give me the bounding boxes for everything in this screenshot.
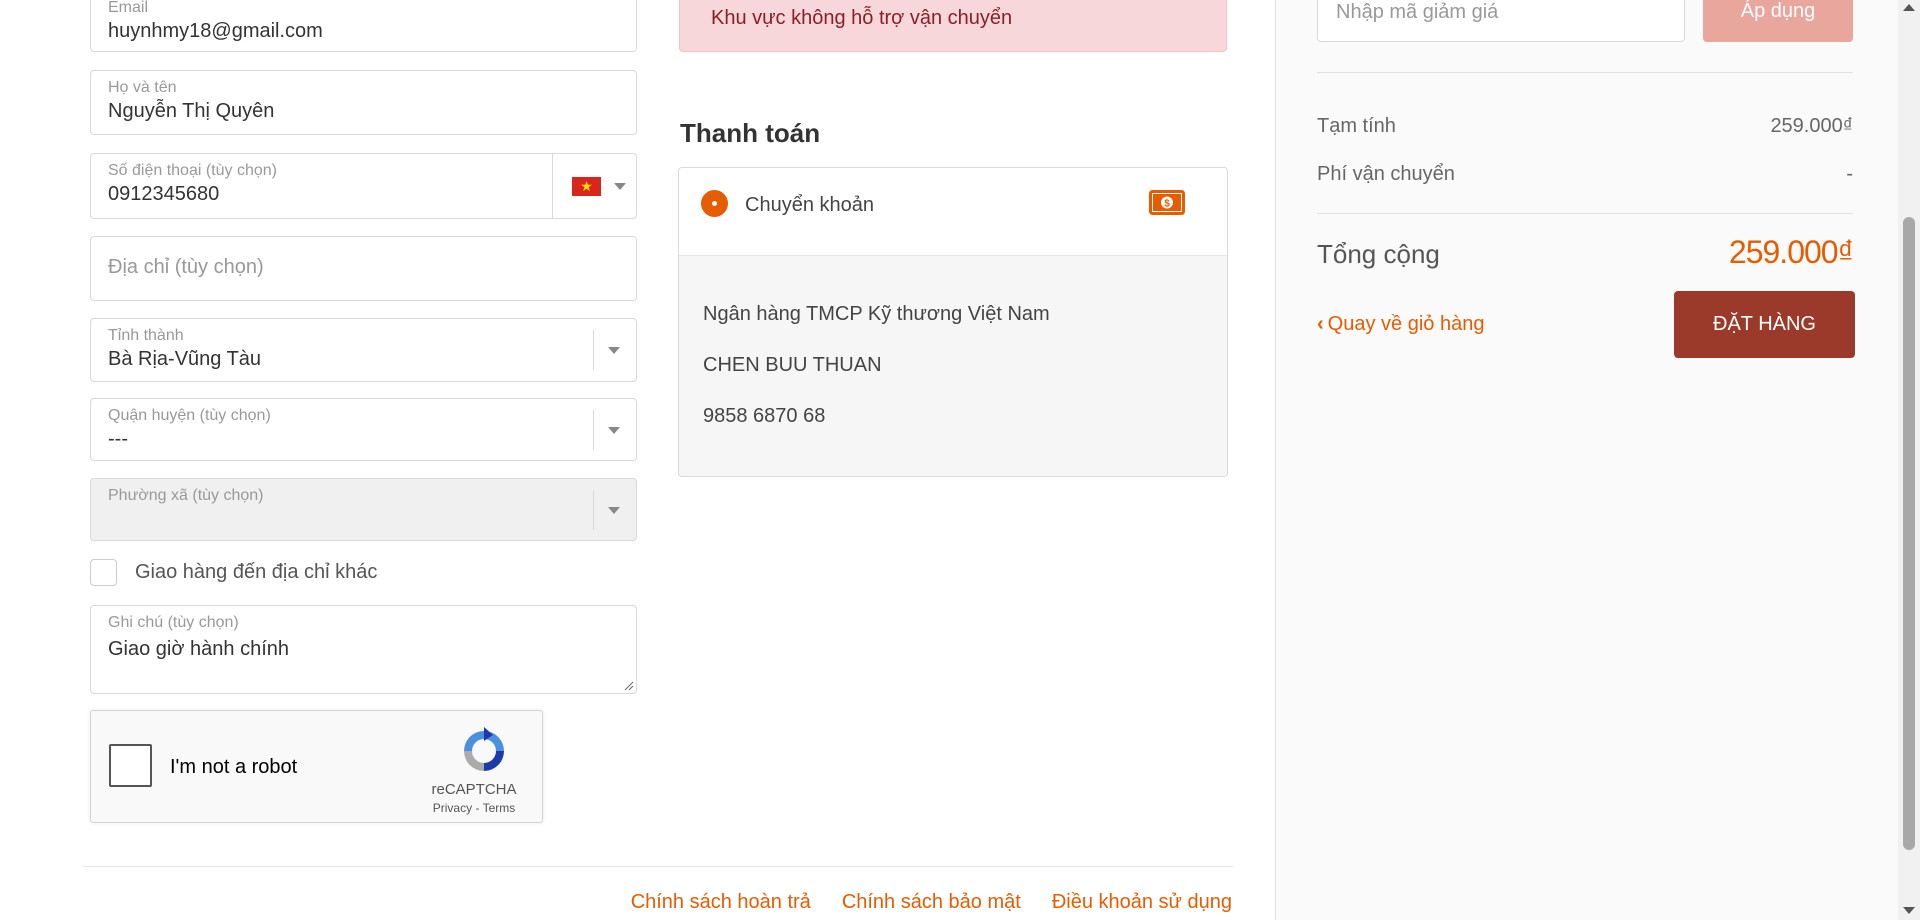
note-textarea[interactable]: Ghi chú (tùy chọn) Giao giờ hành chính — [90, 605, 637, 694]
recaptcha-separator: - — [475, 801, 483, 815]
page-scrollbar[interactable] — [1898, 0, 1920, 920]
chevron-down-icon — [608, 427, 620, 434]
order-summary-sidebar: Nhập mã giảm giá Áp dụng Tạm tính 259.00… — [1275, 0, 1898, 920]
footer-link-terms-of-use[interactable]: Điều khoản sử dụng — [1052, 891, 1232, 914]
district-select[interactable]: Quận huyện (tùy chọn) --- — [90, 398, 637, 461]
footer-link-return-policy[interactable]: Chính sách hoàn trả — [631, 891, 811, 914]
phone-label: Số điện thoại (tùy chọn) — [108, 162, 277, 179]
ward-select: Phường xã (tùy chọn) — [90, 478, 637, 541]
recaptcha-links: Privacy - Terms — [424, 801, 524, 815]
footer-links: Chính sách hoàn trả Chính sách bảo mật Đ… — [631, 891, 1232, 914]
account-name: CHEN BUU THUAN — [703, 354, 882, 376]
cash-icon: $ — [1149, 190, 1185, 215]
phone-field[interactable]: Số điện thoại (tùy chọn) 0912345680 ★ — [90, 153, 637, 219]
country-code-select[interactable]: ★ — [552, 154, 636, 218]
summary-divider — [1317, 213, 1853, 214]
payment-radio-selected[interactable] — [701, 190, 728, 217]
fullname-label: Họ và tên — [108, 79, 177, 96]
footer-link-privacy-policy[interactable]: Chính sách bảo mật — [842, 891, 1021, 914]
payment-section-title: Thanh toán — [680, 118, 821, 148]
chevron-left-icon: ‹ — [1317, 313, 1324, 335]
chevron-down-icon — [608, 507, 620, 514]
recaptcha-terms-link[interactable]: Terms — [483, 801, 516, 815]
svg-text:$: $ — [1164, 199, 1170, 210]
footer-divider — [83, 866, 1233, 867]
coupon-input[interactable]: Nhập mã giảm giá — [1317, 0, 1685, 42]
coupon-placeholder: Nhập mã giảm giá — [1336, 1, 1499, 23]
place-order-button[interactable]: ĐẶT HÀNG — [1674, 291, 1855, 358]
back-to-cart-link[interactable]: ‹ Quay về giỏ hàng — [1317, 313, 1484, 336]
recaptcha-label: I'm not a robot — [170, 756, 298, 778]
total-label: Tổng cộng — [1317, 239, 1440, 269]
email-label: Email — [108, 0, 149, 16]
recaptcha-privacy-link[interactable]: Privacy — [433, 801, 472, 815]
recaptcha-checkbox[interactable] — [109, 744, 152, 787]
subtotal-label: Tạm tính — [1317, 115, 1396, 137]
scroll-thumb[interactable] — [1903, 217, 1915, 850]
back-to-cart-label: Quay về giỏ hàng — [1327, 313, 1485, 335]
shipping-alert-text: Khu vực không hỗ trợ vận chuyển — [711, 7, 1013, 29]
ship-other-address-option[interactable]: Giao hàng đến địa chỉ khác — [90, 559, 377, 586]
select-divider — [593, 490, 594, 530]
scroll-down-arrow-icon[interactable] — [1903, 907, 1915, 914]
apply-coupon-button[interactable]: Áp dụng — [1703, 0, 1853, 42]
note-value: Giao giờ hành chính — [108, 638, 290, 660]
district-label: Quận huyện (tùy chọn) — [108, 407, 271, 424]
fullname-field[interactable]: Họ và tên Nguyễn Thị Quyên — [90, 70, 637, 135]
shipping-fee-label: Phí vận chuyển — [1317, 163, 1455, 185]
province-select[interactable]: Tỉnh thành Bà Rịa-Vũng Tàu — [90, 318, 637, 382]
address-placeholder: Địa chỉ (tùy chọn) — [108, 256, 264, 278]
total-row: Tổng cộng 259.000₫ — [1317, 234, 1854, 271]
ship-other-address-checkbox[interactable] — [90, 559, 117, 586]
district-value: --- — [108, 428, 128, 450]
recaptcha-logo-icon — [464, 727, 504, 771]
payment-method-label: Chuyển khoản — [745, 194, 874, 216]
bank-transfer-details: Ngân hàng TMCP Kỹ thương Việt Nam CHEN B… — [679, 256, 1227, 476]
address-field[interactable]: Địa chỉ (tùy chọn) — [90, 236, 637, 301]
email-value: huynhmy18@gmail.com — [108, 20, 323, 42]
payment-option-bank-transfer[interactable]: Chuyển khoản $ — [679, 168, 1227, 256]
note-label: Ghi chú (tùy chọn) — [108, 614, 239, 631]
account-number: 9858 6870 68 — [703, 405, 826, 427]
shipping-fee-row: Phí vận chuyển - — [1317, 163, 1853, 186]
shipping-unavailable-alert: Khu vực không hỗ trợ vận chuyển — [679, 0, 1227, 52]
province-label: Tỉnh thành — [108, 327, 184, 344]
chevron-down-icon — [614, 183, 626, 190]
vietnam-flag-icon: ★ — [572, 177, 601, 196]
bank-name: Ngân hàng TMCP Kỹ thương Việt Nam — [703, 303, 1050, 325]
place-order-label: ĐẶT HÀNG — [1713, 313, 1816, 335]
recaptcha-widget: I'm not a robot reCAPTCHA Privacy - Term… — [90, 710, 543, 823]
email-field[interactable]: Email huynhmy18@gmail.com — [90, 0, 637, 52]
select-divider — [593, 330, 594, 370]
province-value: Bà Rịa-Vũng Tàu — [108, 348, 262, 370]
subtotal-value: 259.000₫ — [1770, 115, 1853, 137]
scroll-up-arrow-icon[interactable] — [1903, 4, 1915, 11]
chevron-down-icon — [608, 347, 620, 354]
resize-handle-icon[interactable] — [624, 681, 634, 691]
total-value: 259.000₫ — [1728, 234, 1854, 270]
fullname-value: Nguyễn Thị Quyên — [108, 100, 275, 122]
subtotal-row: Tạm tính 259.000₫ — [1317, 115, 1853, 138]
payment-methods: Chuyển khoản $ Ngân hàng TMCP Kỹ thương … — [678, 167, 1228, 477]
ward-label: Phường xã (tùy chọn) — [108, 487, 264, 504]
select-divider — [593, 410, 594, 450]
ship-other-address-label[interactable]: Giao hàng đến địa chỉ khác — [135, 561, 377, 584]
apply-coupon-label: Áp dụng — [1740, 0, 1816, 22]
recaptcha-brand: reCAPTCHA — [431, 781, 517, 798]
shipping-fee-value: - — [1846, 163, 1853, 185]
summary-divider — [1317, 72, 1853, 73]
phone-value: 0912345680 — [108, 183, 220, 205]
